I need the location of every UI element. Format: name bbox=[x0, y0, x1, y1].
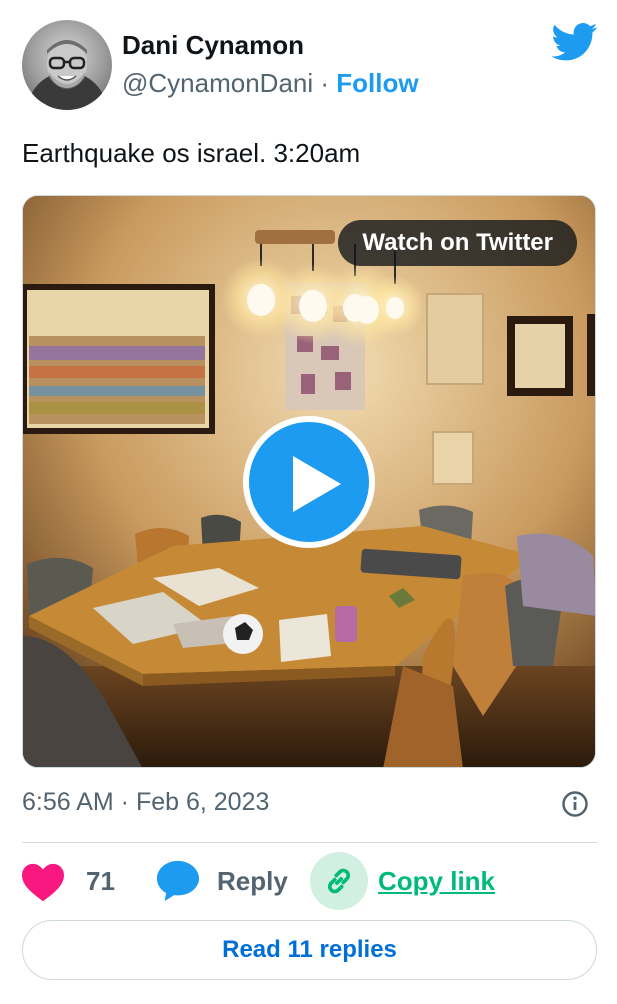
copy-link-button[interactable]: Copy link bbox=[310, 852, 495, 910]
play-button[interactable] bbox=[243, 416, 375, 548]
author-handle[interactable]: @CynamonDani bbox=[122, 68, 313, 98]
author-name[interactable]: Dani Cynamon bbox=[122, 30, 304, 61]
divider bbox=[22, 842, 597, 843]
video-thumbnail[interactable]: Watch on Twitter bbox=[22, 195, 596, 768]
twitter-bird-icon[interactable] bbox=[552, 22, 598, 62]
link-icon-circle bbox=[310, 852, 368, 910]
tweet-text: Earthquake os israel. 3:20am bbox=[22, 138, 361, 168]
link-icon bbox=[327, 868, 351, 894]
heart-icon bbox=[22, 863, 64, 902]
reply-bubble-icon bbox=[156, 860, 200, 902]
handle-row: @CynamonDani · Follow bbox=[122, 68, 419, 99]
read-replies-button[interactable]: Read 11 replies bbox=[22, 920, 597, 980]
separator: · bbox=[320, 68, 330, 98]
play-icon bbox=[293, 456, 341, 512]
like-button[interactable]: 71 bbox=[20, 852, 115, 910]
reply-label: Reply bbox=[217, 865, 288, 896]
reply-button[interactable]: Reply bbox=[155, 852, 288, 910]
tweet-timestamp[interactable]: 6:56 AM · Feb 6, 2023 bbox=[22, 788, 269, 817]
watch-on-twitter-button[interactable]: Watch on Twitter bbox=[338, 220, 577, 266]
info-icon[interactable] bbox=[561, 790, 589, 818]
avatar[interactable] bbox=[22, 20, 112, 110]
like-count: 71 bbox=[86, 865, 115, 896]
copy-link-label: Copy link bbox=[378, 865, 496, 896]
follow-button[interactable]: Follow bbox=[336, 68, 418, 98]
